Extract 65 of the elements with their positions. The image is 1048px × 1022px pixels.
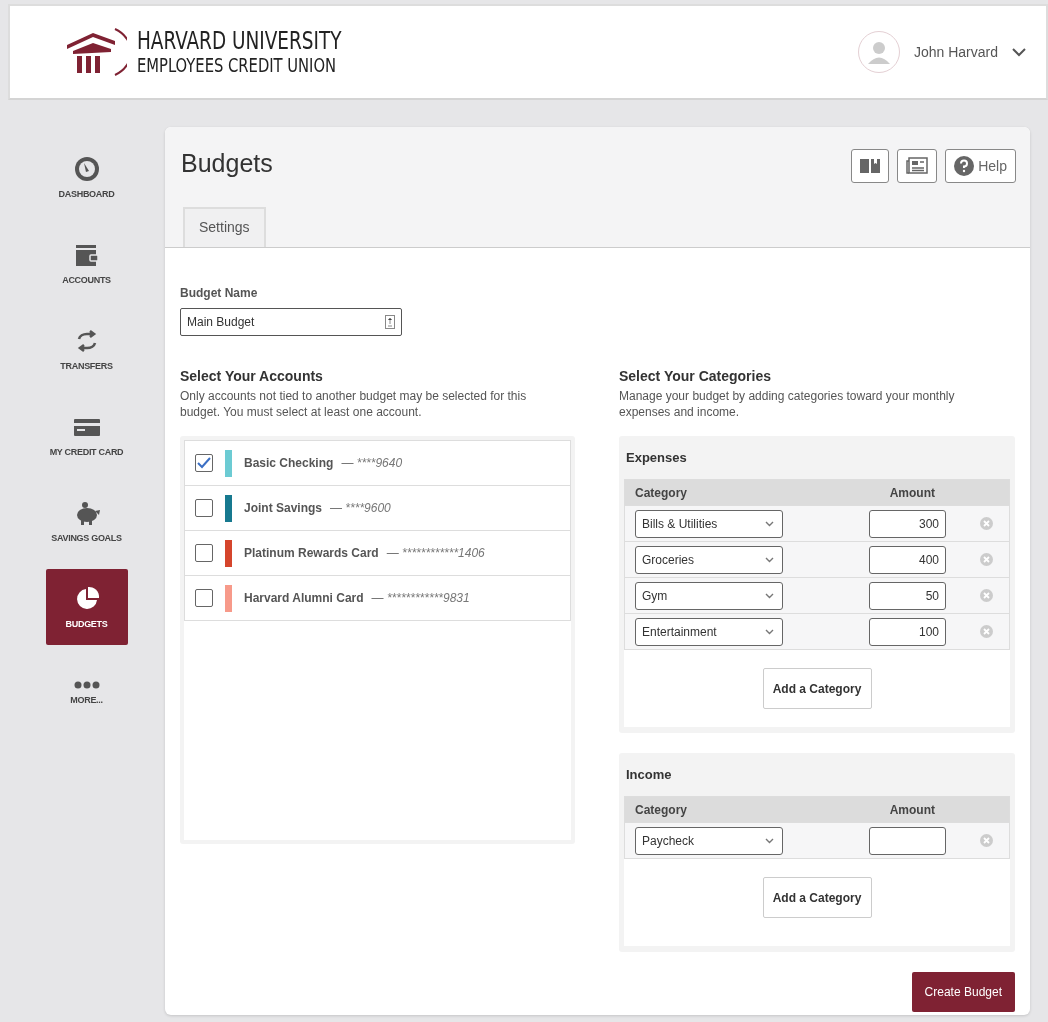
field-label: Budget Name: [180, 286, 259, 300]
sidebar-item[interactable]: SAVINGS GOALS: [45, 483, 128, 559]
sidebar-item[interactable]: TRANSFERS: [45, 311, 128, 387]
section-title: Select Your Categories: [619, 368, 772, 384]
account-name: Harvard Alumni Card: [244, 591, 364, 605]
category-dropdown[interactable]: Bills & Utilities: [635, 509, 783, 538]
create-budget-button[interactable]: Create Budget: [911, 972, 1015, 1012]
budget-name-field[interactable]: Main Budget: [180, 308, 402, 336]
category-dropdown[interactable]: Groceries: [635, 545, 783, 574]
category-dropdown[interactable]: Gym: [635, 581, 783, 610]
field-menu-icon[interactable]: [385, 315, 395, 329]
add-category-button[interactable]: Add a Category: [762, 877, 872, 918]
sidebar-item[interactable]: MY CREDIT CARD: [45, 397, 128, 473]
section-description: Only accounts not tied to another budget may be selected for this budget. You must select at least one account.: [180, 388, 528, 420]
section-title: Select Your Accounts: [180, 368, 324, 384]
more-dots-icon: [72, 681, 101, 689]
amount-field[interactable]: 100: [869, 617, 946, 646]
book-icon: [860, 158, 881, 174]
category-dropdown[interactable]: Paycheck: [635, 826, 783, 855]
chevron-down-icon: [765, 837, 774, 844]
account-number: — ************9831: [371, 591, 470, 605]
panel-title: Income: [626, 767, 673, 782]
account-name: Basic Checking: [244, 456, 334, 470]
help-icon: [954, 156, 975, 176]
user-name[interactable]: John Harvard: [913, 44, 998, 60]
chevron-down-icon: [765, 556, 774, 563]
panel-title: Expenses: [626, 450, 688, 465]
category-dropdown[interactable]: Entertainment: [635, 617, 783, 646]
column-header: Category: [635, 485, 687, 500]
amount-field[interactable]: 300: [869, 509, 946, 538]
column-header: Amount: [889, 802, 935, 817]
checkbox[interactable]: [195, 589, 213, 607]
account-name: Platinum Rewards Card: [244, 546, 379, 560]
news-button[interactable]: [897, 149, 938, 183]
checkbox[interactable]: [195, 499, 213, 517]
account-number: — ****9600: [330, 501, 391, 515]
chevron-down-icon: [765, 628, 774, 635]
sidebar-item[interactable]: ACCOUNTS: [45, 225, 128, 301]
sidebar-item[interactable]: DASHBOARD: [45, 139, 128, 215]
help-button[interactable]: Help: [945, 149, 1016, 183]
chevron-down-icon[interactable]: [1012, 47, 1026, 57]
logo-subtitle: EMPLOYEES CREDIT UNION: [137, 54, 338, 76]
amount-field[interactable]: 400: [869, 545, 946, 574]
add-category-button[interactable]: Add a Category: [762, 668, 872, 709]
chevron-down-icon: [765, 520, 774, 527]
checkbox[interactable]: [195, 544, 213, 562]
column-header: Amount: [889, 485, 935, 500]
guide-button[interactable]: [851, 149, 890, 183]
amount-field[interactable]: 50: [869, 581, 946, 610]
account-number: — ************1406: [386, 546, 485, 560]
logo-title: HARVARD UNIVERSITY: [137, 28, 342, 55]
account-number: — ****9640: [341, 456, 403, 470]
amount-field[interactable]: [869, 826, 946, 855]
section-description: Manage your budget by adding categories toward your monthly expenses and income.: [619, 388, 956, 420]
logo-icon: [65, 27, 127, 77]
gauge-icon: [72, 155, 101, 183]
tab[interactable]: Settings: [183, 207, 266, 247]
account-name: Joint Savings: [244, 501, 323, 515]
sidebar-item[interactable]: BUDGETS: [45, 569, 128, 645]
page-title: Budgets: [181, 149, 273, 178]
newspaper-icon: [906, 157, 929, 175]
column-header: Category: [635, 802, 687, 817]
checkbox[interactable]: [195, 454, 213, 472]
sidebar-item[interactable]: MORE...: [45, 655, 128, 731]
chevron-down-icon: [765, 592, 774, 599]
